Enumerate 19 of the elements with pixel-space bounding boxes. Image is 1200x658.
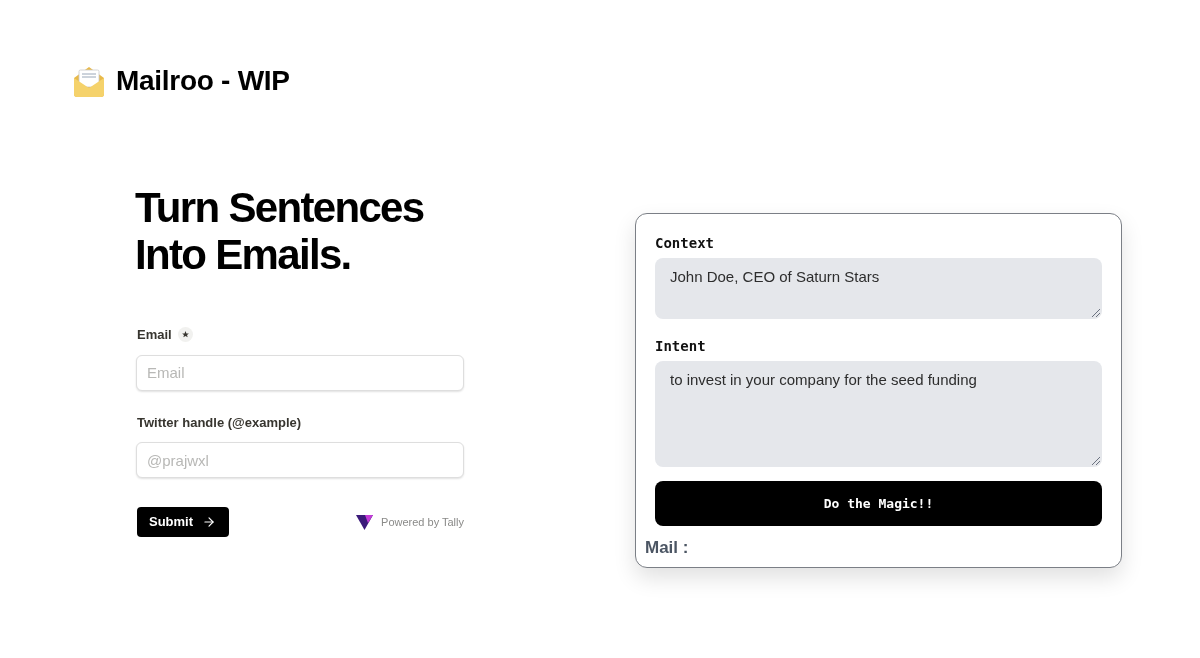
mail-output-label: Mail : xyxy=(645,537,690,559)
submit-button[interactable]: Submit xyxy=(137,507,230,537)
field-label: Context xyxy=(655,234,715,252)
envelope-letter-icon xyxy=(72,64,106,98)
field-label: Email xyxy=(137,326,172,344)
magic-button[interactable]: Do the Magic!! xyxy=(655,481,1102,526)
app-title: Mailroo - WIP xyxy=(116,67,290,95)
resize-grip-icon[interactable] xyxy=(1091,456,1100,465)
text-input[interactable]: @prajwxl xyxy=(136,442,464,478)
powered-by-link[interactable]: Powered by Tally xyxy=(381,513,464,531)
hero-heading: Turn Sentences Into Emails. xyxy=(135,184,425,278)
arrow-right-icon xyxy=(202,515,217,529)
text-area[interactable]: John Doe, CEO of Saturn Stars xyxy=(655,258,1102,319)
triangle-logo-icon xyxy=(356,514,374,530)
field-label: Intent xyxy=(655,337,707,355)
resize-grip-icon[interactable] xyxy=(1091,308,1100,317)
text-area[interactable]: to invest in your company for the seed funding xyxy=(655,361,1102,467)
text-input[interactable]: Email xyxy=(136,354,464,391)
field-label: Twitter handle (@example) xyxy=(137,413,302,432)
